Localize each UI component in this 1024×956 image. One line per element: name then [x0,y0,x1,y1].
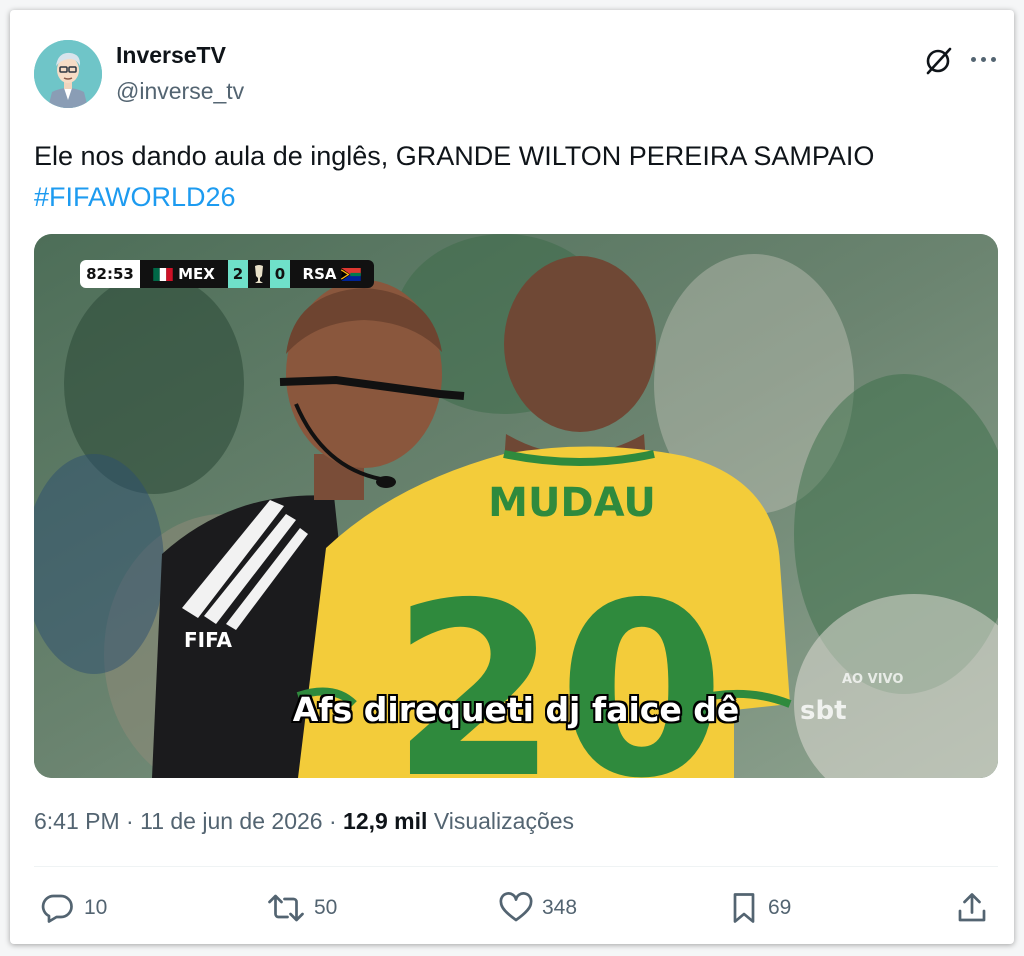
match-clock: 82:53 [80,260,140,288]
away-team-code: RSA [302,265,337,283]
like-button[interactable]: 348 [498,890,577,926]
home-team: MEX [140,260,228,288]
reply-count: 10 [84,896,108,919]
tweet-date[interactable]: 11 de jun de 2026 [140,808,322,834]
repost-icon [268,894,304,922]
views-label: Visualizações [433,808,575,834]
meta-separator: · [126,808,141,834]
jersey-name-text: MUDAU [488,480,656,526]
author-display-name[interactable]: InverseTV [116,42,226,69]
heart-icon [499,892,533,922]
author-handle[interactable]: @inverse_tv [116,78,244,105]
home-score: 2 [228,260,248,288]
avatar-illustration [34,40,102,108]
like-count: 348 [542,896,578,919]
share-button[interactable] [954,890,990,926]
reply-icon [41,894,73,923]
world-cup-trophy-icon [248,260,270,288]
video-subtitle: Afs direqueti dj faice dê [292,690,740,729]
tweet-meta: 6:41 PM · 11 de jun de 2026 · 12,9 mil V… [34,808,574,835]
video-media[interactable]: FIFA MUDAU 20 82:53 MEX 2 0 RSA AO VIVO … [34,234,998,778]
live-label: AO VIVO [842,672,904,687]
divider [34,866,998,867]
away-team: RSA [290,260,374,288]
tweet-text: Ele nos dando aula de inglês, GRANDE WIL… [34,136,974,218]
bookmark-count: 69 [768,896,792,919]
grok-icon[interactable] [922,44,954,76]
bookmark-icon [733,893,755,923]
jersey-number-text: 20 [391,551,725,778]
mexico-flag-icon [153,267,173,281]
tweet-body: Ele nos dando aula de inglês, GRANDE WIL… [34,141,875,171]
referee-sleeve-text: FIFA [184,628,232,652]
views-count: 12,9 mil [343,808,428,834]
author-avatar[interactable] [34,40,102,108]
share-icon [958,893,986,922]
reply-button[interactable]: 10 [40,890,107,926]
repost-count: 50 [314,896,338,919]
home-team-code: MEX [178,265,215,283]
repost-button[interactable]: 50 [266,890,337,926]
more-options-icon[interactable] [966,46,1000,72]
away-score: 0 [270,260,290,288]
south-africa-flag-icon [341,267,362,281]
bookmark-button[interactable]: 69 [728,890,791,926]
match-scoreboard: 82:53 MEX 2 0 RSA [80,260,386,288]
hashtag-link[interactable]: #FIFAWORLD26 [34,177,974,218]
meta-separator: · [328,808,344,834]
tweet-time[interactable]: 6:41 PM [34,808,120,834]
